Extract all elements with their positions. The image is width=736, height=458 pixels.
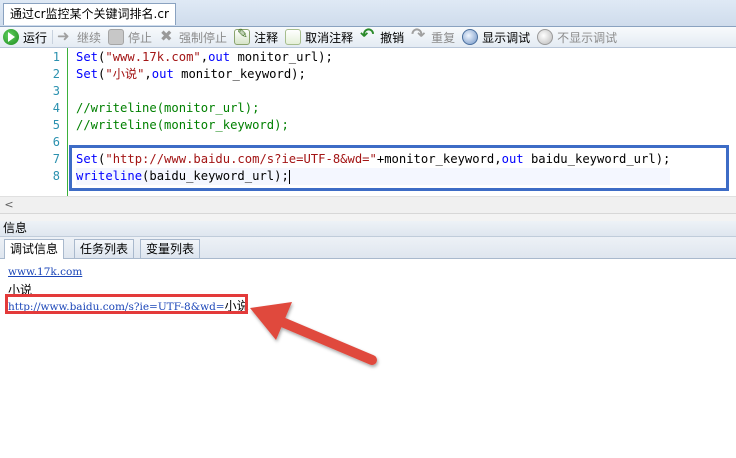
stop-icon [108,29,125,45]
hide-debug-button[interactable]: 不显示调试 [534,28,621,46]
undo-button[interactable]: 撤销 [357,25,408,46]
no-debug-icon [537,29,554,45]
output-link[interactable]: www.17k.com [8,266,82,278]
code-line-3[interactable] [76,83,670,100]
debug-icon [462,29,479,45]
code-line-1[interactable]: Set("www.17k.com",out monitor_url); [76,49,670,66]
line-number: 2 [52,67,60,81]
redo-button[interactable]: 重复 [408,25,459,46]
code-editor[interactable]: 1 2 3 4 5 6 7 8 Set("www.17k.com",out mo… [0,48,736,196]
redo-icon [411,25,427,45]
force-stop-button[interactable]: 强制停止 [156,27,231,46]
tab-variable-list[interactable]: 变量列表 [140,239,201,258]
undo-label: 撤销 [380,30,405,45]
undo-icon [360,25,376,45]
play-icon [3,29,19,45]
hide-debug-label: 不显示调试 [557,30,618,45]
comment-label: 注释 [254,30,279,45]
line-number: 5 [52,118,60,132]
redo-label: 重复 [431,30,456,45]
info-panel-tabs: 调试信息 任务列表 变量列表 [0,237,736,259]
document-tab-strip: 通过cr监控某个关键词排名.cr [0,0,736,27]
continue-label: 继续 [77,30,102,45]
horizontal-scrollbar[interactable]: < [0,196,736,213]
line-number-gutter: 1 2 3 4 5 6 7 8 [0,48,64,196]
fold-margin-line [67,48,68,196]
info-panel-header: 信息 [0,221,736,237]
debug-output-panel [0,259,736,458]
tab-task-list[interactable]: 任务列表 [74,239,135,258]
code-line-2[interactable]: Set("小说",out monitor_keyword); [76,66,670,83]
uncomment-button[interactable]: 取消注释 [282,28,357,46]
continue-button[interactable]: 继续 [54,27,105,46]
comment-icon [234,27,251,45]
force-stop-icon [159,27,175,45]
force-stop-label: 强制停止 [179,30,228,45]
run-label: 运行 [23,30,48,45]
code-line-5[interactable]: //writeline(monitor_keyword); [76,117,670,134]
uncomment-label: 取消注释 [305,30,354,45]
line-number: 6 [52,135,60,149]
stop-button[interactable]: 停止 [105,28,156,46]
code-line-4[interactable]: //writeline(monitor_url); [76,100,670,117]
toolbar: 运行 继续 停止 强制停止 注释 取消注释 撤销 重复 显示调试 不显示调试 [0,25,736,48]
scroll-left-arrow-icon[interactable]: < [2,198,16,212]
stop-label: 停止 [128,30,153,45]
tab-debug-info[interactable]: 调试信息 [4,239,65,259]
show-debug-label: 显示调试 [482,30,531,45]
line-number: 8 [52,169,60,183]
line-number: 7 [52,152,60,166]
toolbar-separator [52,30,54,44]
uncomment-icon [285,29,302,45]
show-debug-button[interactable]: 显示调试 [459,28,534,46]
arrow-right-icon [57,27,73,45]
document-tab[interactable]: 通过cr监控某个关键词排名.cr [3,3,176,25]
red-highlight-box [5,294,248,314]
comment-button[interactable]: 注释 [231,27,282,46]
line-number: 3 [52,84,60,98]
output-line-1: www.17k.com [8,264,82,278]
run-button[interactable]: 运行 [0,28,51,46]
blue-highlight-box [69,145,729,191]
line-number: 1 [52,50,60,64]
line-number: 4 [52,101,60,115]
